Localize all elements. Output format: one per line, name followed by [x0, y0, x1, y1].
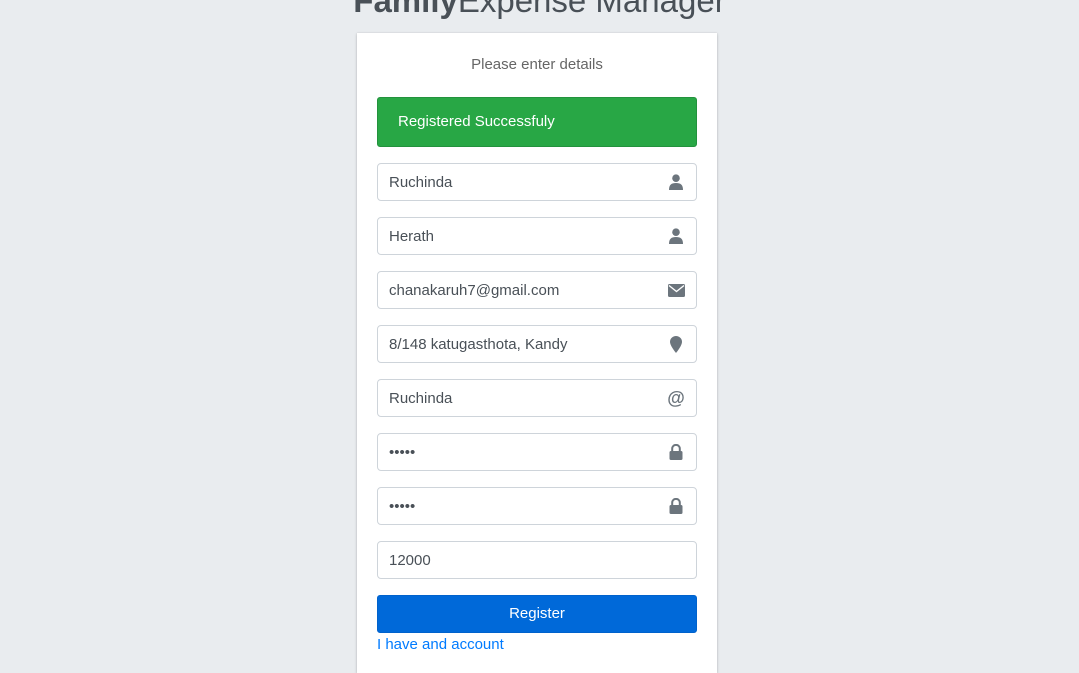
income-field[interactable]	[377, 541, 697, 579]
username-input[interactable]	[378, 380, 659, 416]
logo-bold-text: Family	[353, 0, 458, 19]
at-icon: @	[667, 388, 685, 408]
password-field[interactable]	[377, 433, 697, 471]
first-name-field[interactable]	[377, 163, 697, 201]
login-box-message: Please enter details	[471, 56, 603, 73]
envelope-icon	[667, 281, 685, 299]
confirm-password-field[interactable]	[377, 487, 697, 525]
income-input[interactable]	[378, 542, 659, 578]
first-name-input[interactable]	[378, 164, 659, 200]
success-alert: Registered Successfuly	[377, 97, 697, 147]
register-card: Please enter details Registered Successf…	[357, 33, 717, 673]
app-logo[interactable]: FamilyExpense Manager	[0, 0, 1079, 17]
username-field[interactable]: @	[377, 379, 697, 417]
password-input[interactable]	[378, 434, 659, 470]
map-marker-icon	[667, 335, 685, 353]
confirm-password-input[interactable]	[378, 488, 659, 524]
address-field[interactable]	[377, 325, 697, 363]
email-field[interactable]	[377, 271, 697, 309]
lock-icon	[667, 497, 685, 515]
address-input[interactable]	[378, 326, 659, 362]
last-name-input[interactable]	[378, 218, 659, 254]
register-button[interactable]: Register	[377, 595, 697, 633]
have-account-link[interactable]: I have and account	[377, 636, 504, 653]
lock-icon	[667, 443, 685, 461]
user-icon	[667, 173, 685, 191]
user-icon	[667, 227, 685, 245]
last-name-field[interactable]	[377, 217, 697, 255]
logo-light-text: Expense Manager	[457, 0, 726, 19]
email-input[interactable]	[378, 272, 659, 308]
